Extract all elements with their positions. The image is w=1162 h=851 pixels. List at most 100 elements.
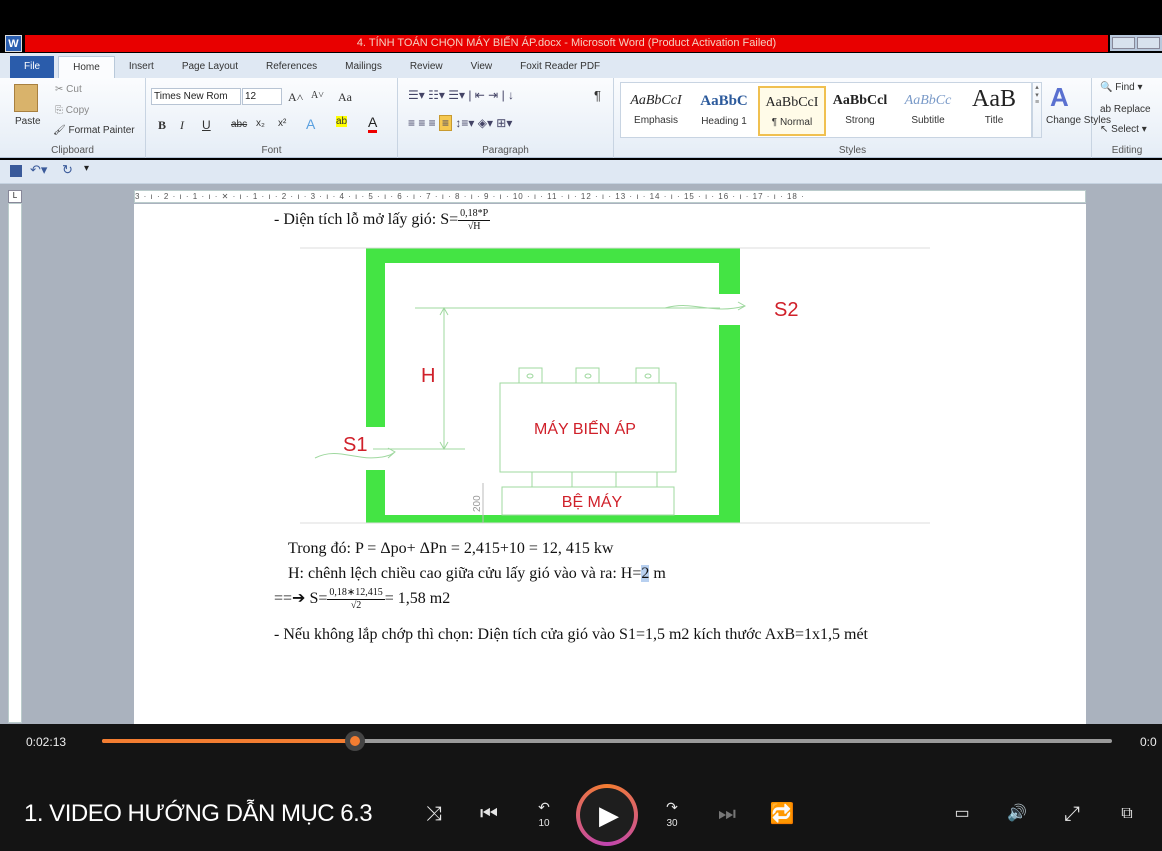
- save-icon[interactable]: [10, 165, 22, 177]
- superscript-button[interactable]: x²: [278, 118, 286, 129]
- bushing: [518, 367, 543, 384]
- font-label: Font: [261, 145, 282, 156]
- strikethrough-button[interactable]: abc: [231, 119, 247, 130]
- format-painter-label: Format Painter: [68, 125, 135, 136]
- replace-button[interactable]: ab Replace: [1100, 104, 1151, 115]
- tab-view[interactable]: View: [457, 56, 507, 78]
- tab-home[interactable]: Home: [58, 56, 115, 78]
- result-value: = 1,58 m2: [384, 590, 451, 608]
- ribbon-tabs: File Home Insert Page Layout References …: [0, 53, 1162, 78]
- text-effects-icon[interactable]: A: [306, 116, 315, 132]
- change-styles-icon[interactable]: A: [1050, 82, 1069, 113]
- format-painter-button[interactable]: 🖌 Format Painter: [53, 125, 135, 136]
- style-normal[interactable]: AaBbCcI ¶ Normal: [758, 86, 826, 136]
- italic-button[interactable]: I: [180, 118, 184, 133]
- copy-button[interactable]: ⎘ Copy: [55, 105, 89, 116]
- right-wall-lower: [719, 325, 740, 523]
- tab-mailings[interactable]: Mailings: [331, 56, 396, 78]
- font-name-select[interactable]: Times New Rom: [151, 88, 241, 105]
- volume-icon[interactable]: 🔊: [1003, 800, 1031, 828]
- next-icon[interactable]: ⏭: [713, 800, 741, 828]
- fraction-denominator: √H: [467, 221, 481, 232]
- bold-button[interactable]: B: [158, 118, 166, 133]
- select-button[interactable]: ↖ Select ▾: [1100, 124, 1147, 135]
- tab-selector[interactable]: L: [8, 190, 22, 203]
- shrink-font-button[interactable]: A˅: [311, 90, 324, 101]
- subscript-button[interactable]: x₂: [256, 118, 265, 129]
- horizontal-ruler[interactable]: 3 · ı · 2 · ı · 1 · ı · ✕ · ı · 1 · ı · …: [134, 190, 1086, 203]
- font-size-select[interactable]: 12: [242, 88, 282, 105]
- vertical-ruler[interactable]: [8, 203, 22, 723]
- tab-page-layout[interactable]: Page Layout: [168, 56, 252, 78]
- transformer-label: MÁY BIẾN ÁP: [534, 419, 636, 438]
- undo-icon[interactable]: ↶▾: [30, 162, 47, 178]
- end-time: 0:0: [1140, 735, 1157, 749]
- style-subtitle[interactable]: AaBbCc Subtitle: [894, 86, 962, 136]
- cut-button[interactable]: ✂ Cut: [55, 84, 82, 95]
- tab-foxit[interactable]: Foxit Reader PDF: [506, 56, 614, 78]
- play-button[interactable]: ▶: [576, 784, 638, 846]
- styles-scroll[interactable]: ▴ ▾ ≡: [1032, 82, 1042, 138]
- ventilation-diagram: H S1 S2 MÁY BIẾN ÁP BỆ MÁY 200: [300, 247, 930, 524]
- window-title: 4. TÍNH TOÁN CHỌN MÁY BIẾN ÁP.docx - Mic…: [25, 35, 1108, 52]
- subtitles-icon[interactable]: ▭: [948, 800, 976, 828]
- find-button[interactable]: 🔍 Find ▾: [1100, 82, 1143, 93]
- grow-font-button[interactable]: A˄: [288, 90, 303, 105]
- find-label: Find: [1115, 82, 1135, 93]
- font-color-icon[interactable]: A: [368, 114, 378, 133]
- style-title[interactable]: AaB Title: [960, 86, 1028, 136]
- fraction: 0,18*P √H: [458, 208, 491, 233]
- font-group: Times New Rom 12 A˄ A˅ Aa B I U abc x₂ x…: [146, 78, 398, 158]
- bushing-hole: [644, 373, 652, 379]
- play-icon: ▶: [580, 788, 634, 842]
- no-louver-line: - Nếu không lắp chớp thì chọn: Diện tích…: [274, 626, 868, 643]
- redo-icon[interactable]: ↻: [62, 162, 73, 178]
- shuffle-icon[interactable]: ⤨: [420, 800, 448, 828]
- repeat-off-icon[interactable]: 🔁: [768, 800, 796, 828]
- align-icons[interactable]: ≡ ≡ ≡ ≡ ↕≡▾ ◈▾ ⊞▾: [408, 115, 512, 131]
- tab-references[interactable]: References: [252, 56, 331, 78]
- show-formatting-button[interactable]: ¶: [594, 88, 601, 103]
- tab-file[interactable]: File: [10, 56, 55, 78]
- bushing-hole: [526, 373, 534, 379]
- style-name: Heading 1: [701, 116, 747, 127]
- seek-thumb[interactable]: [344, 731, 365, 751]
- style-strong[interactable]: AaBbCcl Strong: [826, 86, 894, 136]
- s2-airflow-arrow: [664, 301, 747, 311]
- document-page[interactable]: - Diện tích lỗ mở lấy gió: S= 0,18*P √H H …: [134, 204, 1086, 724]
- restore-button[interactable]: [1137, 37, 1160, 49]
- underline-button[interactable]: U: [202, 118, 211, 132]
- customize-qat-icon[interactable]: ▾: [84, 163, 89, 174]
- seek-bar[interactable]: [102, 739, 1112, 743]
- style-emphasis[interactable]: AaBbCcI Emphasis: [622, 86, 690, 136]
- bushing: [575, 367, 600, 384]
- clipboard-label: Clipboard: [51, 145, 94, 156]
- replace-label: Replace: [1113, 104, 1151, 115]
- forward-label: 30: [666, 818, 678, 829]
- fraction-numerator: 0,18*P: [458, 208, 491, 221]
- rewind-10-icon[interactable]: ↶ 10: [530, 800, 558, 829]
- fraction-numerator: 0,18∗12,415: [327, 587, 385, 600]
- previous-icon[interactable]: ⏮: [475, 800, 503, 828]
- fraction: 0,18∗12,415 √2: [327, 587, 385, 612]
- paste-icon[interactable]: [14, 84, 38, 112]
- s1-label: S1: [343, 434, 367, 456]
- tab-review[interactable]: Review: [396, 56, 457, 78]
- copy-label: Copy: [65, 105, 90, 116]
- bullets-icon[interactable]: ☰▾ ☷▾ ☰▾ | ⇤ ⇥ | ↓: [408, 88, 514, 102]
- change-case-button[interactable]: Aa: [338, 90, 352, 105]
- forward-30-icon[interactable]: ↷ 30: [658, 800, 686, 829]
- word-app-icon[interactable]: W: [5, 35, 22, 52]
- paste-button[interactable]: Paste: [15, 116, 41, 127]
- justify-button[interactable]: ≡: [439, 115, 453, 131]
- fullscreen-icon[interactable]: ⤢: [1058, 800, 1086, 828]
- window-controls: [1110, 35, 1162, 51]
- style-heading-1[interactable]: AaBbC Heading 1: [690, 86, 758, 136]
- current-time: 0:02:13: [26, 735, 67, 749]
- tab-insert[interactable]: Insert: [115, 56, 168, 78]
- highlight-icon[interactable]: ab: [336, 116, 348, 127]
- editing-label: Editing: [1111, 145, 1143, 156]
- style-preview: AaBbCcl: [832, 93, 888, 108]
- mini-player-icon[interactable]: ⧉: [1113, 800, 1141, 828]
- minimize-button[interactable]: [1112, 37, 1135, 49]
